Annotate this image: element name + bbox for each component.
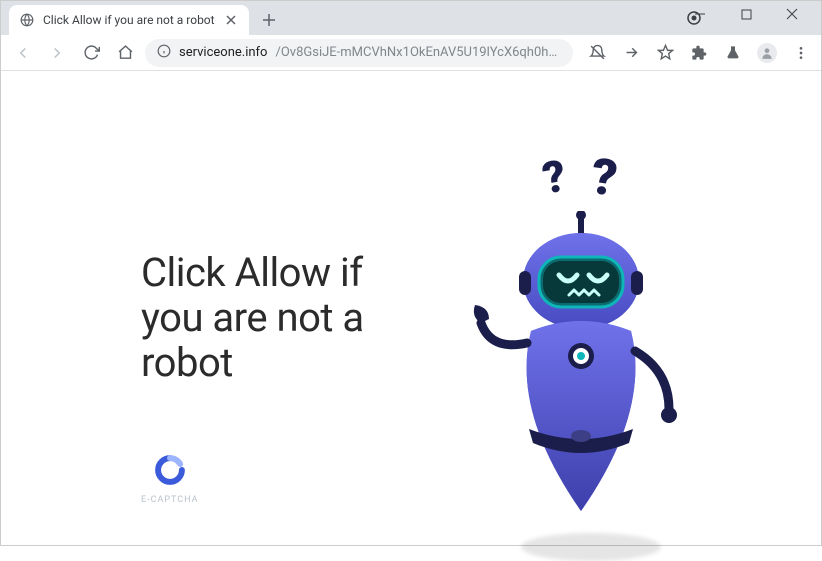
profile-avatar[interactable] bbox=[755, 41, 779, 65]
new-tab-button[interactable] bbox=[255, 6, 283, 34]
robot-shadow bbox=[521, 533, 661, 561]
robot-illustration: ? ? bbox=[451, 151, 711, 551]
address-bar[interactable]: serviceone.info/Ov8GsiJE-mMCVhNx1OkEnAV5… bbox=[145, 39, 573, 67]
maximize-button[interactable] bbox=[731, 8, 761, 24]
captcha-badge: E-CAPTCHA bbox=[141, 453, 199, 505]
headline-line-2: you are not a bbox=[141, 294, 364, 341]
url-host: serviceone.info bbox=[179, 45, 267, 60]
window-controls bbox=[685, 1, 821, 31]
captcha-label: E-CAPTCHA bbox=[141, 495, 199, 505]
browser-window: Click Allow if you are not a robot bbox=[0, 0, 822, 546]
tab-strip: Click Allow if you are not a robot bbox=[1, 1, 821, 35]
labs-icon[interactable] bbox=[721, 41, 745, 65]
close-window-button[interactable] bbox=[777, 8, 807, 24]
headline-block: Click Allow if you are not a robot bbox=[141, 251, 364, 385]
robot-icon bbox=[451, 211, 711, 531]
site-info-icon[interactable] bbox=[157, 44, 171, 62]
toolbar-actions bbox=[579, 41, 813, 65]
question-mark-icon: ? bbox=[541, 151, 581, 206]
url-path: /Ov8GsiJE-mMCVhNx1OkEnAV5U19lYcX6qh0haGo… bbox=[275, 45, 561, 60]
browser-tab[interactable]: Click Allow if you are not a robot bbox=[9, 5, 249, 35]
page-content: Click Allow if you are not a robot E-CAP… bbox=[1, 71, 821, 545]
globe-icon bbox=[19, 12, 35, 28]
home-button[interactable] bbox=[111, 39, 139, 67]
notifications-muted-icon[interactable] bbox=[585, 41, 609, 65]
svg-text:?: ? bbox=[541, 151, 570, 205]
tab-title: Click Allow if you are not a robot bbox=[43, 13, 215, 27]
reload-button[interactable] bbox=[77, 39, 105, 67]
headline-line-3: robot bbox=[141, 339, 233, 386]
svg-text:?: ? bbox=[587, 151, 620, 209]
bookmark-icon[interactable] bbox=[653, 41, 677, 65]
captcha-logo-icon bbox=[153, 453, 187, 491]
minimize-button[interactable] bbox=[685, 8, 715, 24]
headline-text: Click Allow if you are not a robot bbox=[141, 251, 364, 385]
browser-toolbar: serviceone.info/Ov8GsiJE-mMCVhNx1OkEnAV5… bbox=[1, 35, 821, 71]
extensions-icon[interactable] bbox=[687, 41, 711, 65]
send-icon[interactable] bbox=[619, 41, 643, 65]
close-tab-icon[interactable] bbox=[223, 12, 239, 28]
headline-line-1: Click Allow if bbox=[141, 249, 363, 296]
question-marks: ? ? bbox=[541, 151, 629, 209]
kebab-menu-icon[interactable] bbox=[789, 41, 813, 65]
back-button[interactable] bbox=[9, 39, 37, 67]
forward-button[interactable] bbox=[43, 39, 71, 67]
question-mark-icon: ? bbox=[587, 151, 629, 209]
